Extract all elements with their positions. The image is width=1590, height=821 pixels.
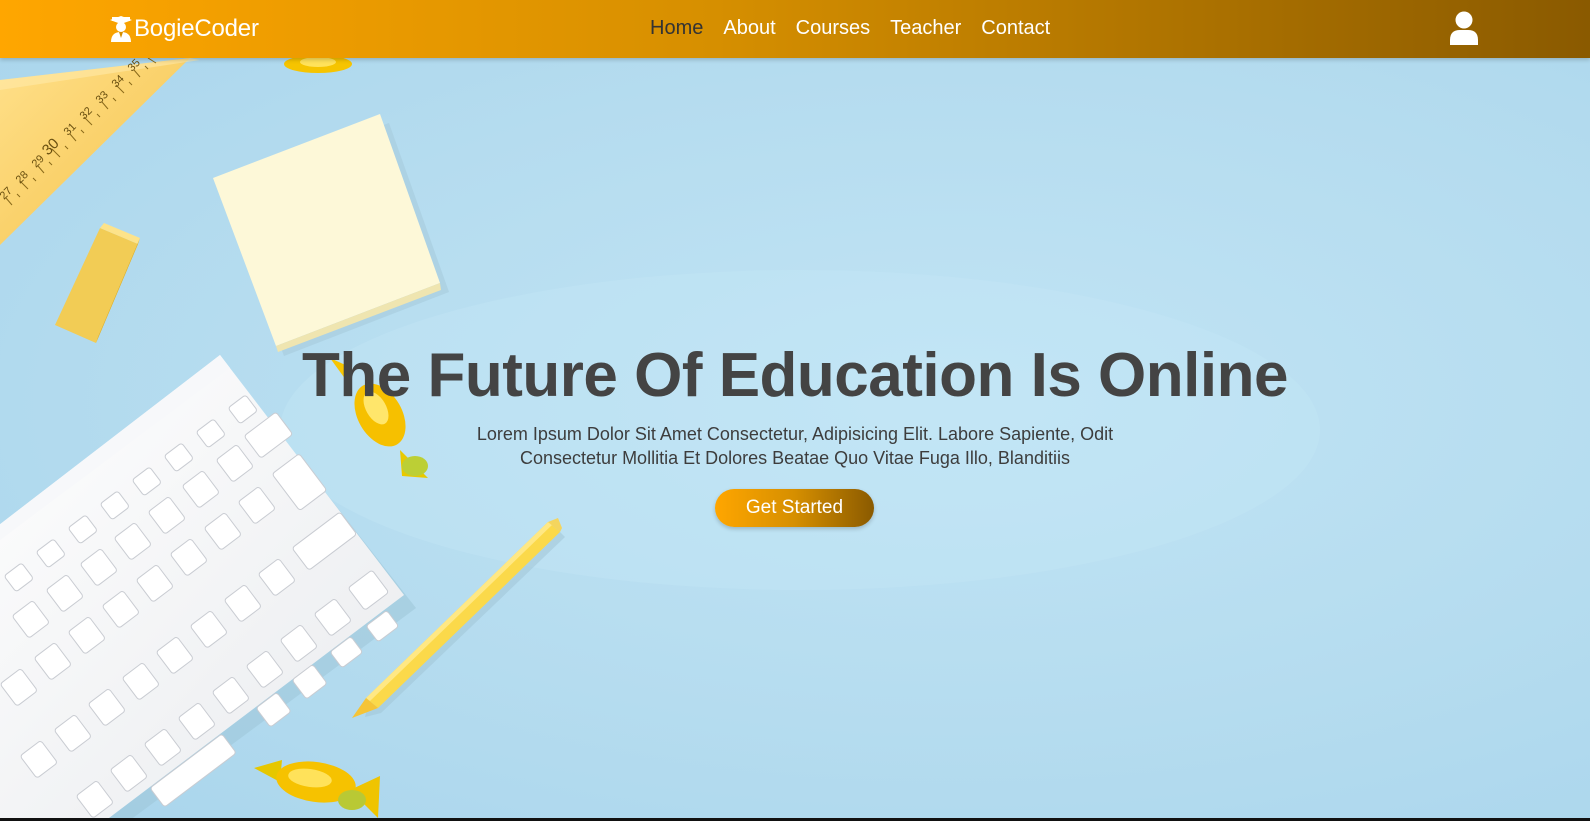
- candy-top: [284, 58, 352, 73]
- nav-item-teacher[interactable]: Teacher: [890, 16, 961, 40]
- main-nav: Home About Courses Teacher Contact: [650, 16, 1070, 40]
- hero-description-line-1: Lorem Ipsum Dolor Sit Amet Consectetur, …: [476, 424, 1114, 444]
- graduate-icon: [110, 16, 132, 42]
- brand-name: BogieCoder: [134, 15, 259, 42]
- brand-logo[interactable]: BogieCoder: [110, 13, 259, 45]
- hero-description: Lorem Ipsum Dolor Sit Amet Consectetur, …: [445, 422, 1145, 470]
- sticky-note: [213, 114, 449, 356]
- get-started-button[interactable]: Get Started: [715, 489, 874, 527]
- candy-bottom: [254, 760, 380, 818]
- top-navbar: BogieCoder Home About Courses Teacher Co…: [0, 0, 1590, 58]
- hero-title: The Future Of Education Is Online: [302, 341, 1288, 410]
- nav-item-home[interactable]: Home: [650, 16, 703, 40]
- ruler: 27 28 29 30 31 32 33 34 35: [0, 58, 200, 245]
- hero-description-line-2: Consectetur Mollitia Et Dolores Beatae Q…: [520, 448, 1070, 468]
- nav-item-courses[interactable]: Courses: [796, 16, 870, 40]
- user-icon[interactable]: [1449, 11, 1479, 45]
- nav-item-about[interactable]: About: [723, 16, 775, 40]
- nav-item-contact[interactable]: Contact: [981, 16, 1050, 40]
- eraser: [55, 223, 140, 343]
